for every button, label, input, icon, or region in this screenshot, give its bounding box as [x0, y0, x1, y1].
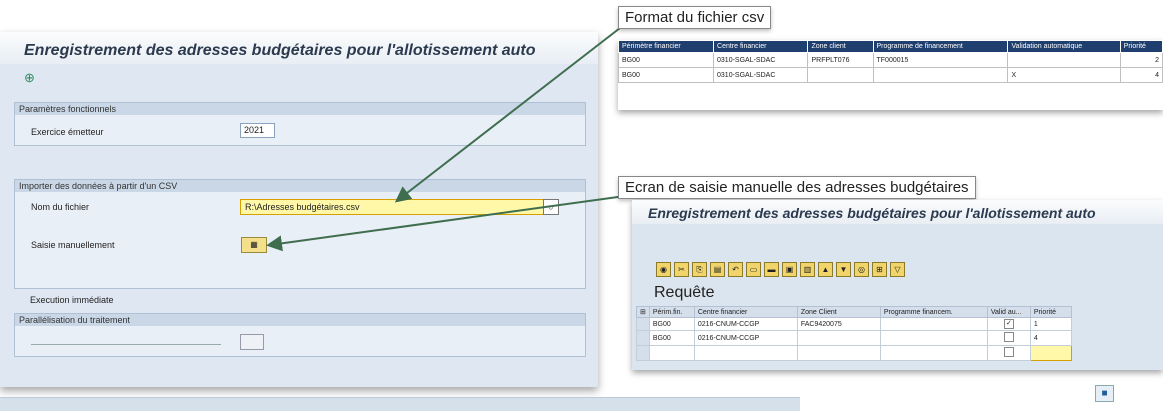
arrow-csv-to-file — [394, 27, 621, 203]
filter-icon[interactable]: ▽ — [890, 262, 905, 277]
grid-cell[interactable]: 4 — [1029, 330, 1072, 346]
grid-cell[interactable] — [879, 330, 988, 346]
grid-cell[interactable] — [648, 345, 695, 361]
csv-cell: 0310-SGAL-SDAC — [713, 67, 809, 83]
csv-cell: BG00 — [617, 52, 715, 68]
delete-row-icon[interactable]: ▣ — [782, 262, 797, 277]
grid-col-header: Priorité — [1029, 306, 1072, 318]
save-icon[interactable]: ■ — [1095, 385, 1114, 402]
requete-grid: ⊞ Périm.fin. Centre financier Zone Clien… — [636, 306, 1072, 361]
row-selector[interactable] — [636, 345, 650, 361]
grid-cell[interactable] — [796, 330, 881, 346]
csv-col-header: Validation automatique — [1007, 40, 1121, 53]
csv-format-panel: Périmètre financier Centre financier Zon… — [617, 40, 1163, 110]
csv-cell — [807, 67, 874, 83]
details-icon[interactable]: ◉ — [656, 262, 671, 277]
grid-cell-active[interactable] — [1029, 345, 1072, 361]
grid-row: BG00 0216-CNUM-CCGP 4 — [636, 330, 1072, 346]
manual-window-title: Enregistrement des adresses budgétaires … — [648, 205, 1096, 221]
row-selector[interactable] — [636, 317, 650, 331]
grid-cell[interactable]: FAC9420075 — [796, 317, 881, 331]
duplicate-row-icon[interactable]: ▥ — [800, 262, 815, 277]
csv-cell: TF000015 — [872, 52, 1009, 68]
manual-window-title-bar: Enregistrement des adresses budgétaires … — [632, 200, 1163, 224]
csv-col-header: Zone client — [807, 40, 874, 53]
csv-cell: BG00 — [617, 67, 715, 83]
sort-desc-icon[interactable]: ▼ — [836, 262, 851, 277]
grid-cell[interactable]: 0216-CNUM-CCGP — [693, 317, 798, 331]
row-selector-header[interactable]: ⊞ — [636, 306, 650, 318]
csv-col-header: Programme de financement — [872, 40, 1009, 53]
csv-cell: X — [1007, 67, 1121, 83]
grid-col-header: Valid au... — [986, 306, 1031, 318]
csv-callout-title: Format du fichier csv — [618, 6, 772, 29]
grid-col-header: Centre financier — [693, 306, 798, 318]
manual-callout-title: Ecran de saisie manuelle des adresses bu… — [618, 176, 976, 199]
grid-col-header: Zone Client — [796, 306, 881, 318]
paste-icon[interactable]: ▤ — [710, 262, 725, 277]
csv-row: BG00 0310-SGAL-SDAC PRFPLT076 TF000015 2 — [617, 52, 1163, 68]
csv-cell: 2 — [1119, 52, 1163, 68]
manual-entry-panel: Enregistrement des adresses budgétaires … — [632, 200, 1163, 370]
csv-col-header: Centre financier — [713, 40, 809, 53]
append-row-icon[interactable]: ▬ — [764, 262, 779, 277]
valid-checkbox[interactable] — [1003, 332, 1014, 342]
grid-cell[interactable]: BG00 — [648, 317, 695, 331]
grid-col-header: Programme financem. — [879, 306, 988, 318]
undo-icon[interactable]: ↶ — [728, 262, 743, 277]
manual-toolbar: ◉ ✂ ⎘ ▤ ↶ ▭ ▬ ▣ ▥ ▲ ▼ ◎ ⊞ ▽ — [656, 262, 905, 277]
csv-header-row: Périmètre financier Centre financier Zon… — [617, 40, 1163, 53]
insert-row-icon[interactable]: ▭ — [746, 262, 761, 277]
csv-row: BG00 0310-SGAL-SDAC X 4 — [617, 67, 1163, 83]
grid-cell[interactable] — [693, 345, 798, 361]
csv-table: Périmètre financier Centre financier Zon… — [617, 40, 1163, 83]
grid-row: BG00 0216-CNUM-CCGP FAC9420075 ✓ 1 — [636, 317, 1072, 331]
find-next-icon[interactable]: ⊞ — [872, 262, 887, 277]
grid-col-header: Périm.fin. — [648, 306, 695, 318]
row-selector[interactable] — [636, 330, 650, 346]
csv-cell — [1007, 52, 1121, 68]
grid-cell[interactable] — [796, 345, 881, 361]
sort-asc-icon[interactable]: ▲ — [818, 262, 833, 277]
grid-cell-checkbox[interactable] — [986, 345, 1031, 361]
arrow-manual-to-button — [266, 195, 626, 252]
valid-checkbox[interactable] — [1003, 347, 1014, 357]
requete-title: Requête — [654, 284, 715, 301]
copy-icon[interactable]: ⎘ — [692, 262, 707, 277]
grid-header-row: ⊞ Périm.fin. Centre financier Zone Clien… — [636, 306, 1072, 318]
grid-cell-checkbox[interactable] — [986, 330, 1031, 346]
csv-cell — [872, 67, 1009, 83]
grid-cell[interactable] — [879, 345, 988, 361]
grid-cell[interactable]: 1 — [1029, 317, 1072, 331]
csv-cell: 4 — [1119, 67, 1163, 83]
cut-icon[interactable]: ✂ — [674, 262, 689, 277]
csv-cell: PRFPLT076 — [807, 52, 874, 68]
csv-col-header: Priorité — [1119, 40, 1163, 53]
find-icon[interactable]: ◎ — [854, 262, 869, 277]
grid-cell-checkbox[interactable]: ✓ — [986, 317, 1031, 331]
valid-checkbox-checked[interactable]: ✓ — [1003, 319, 1014, 329]
csv-cell: 0310-SGAL-SDAC — [713, 52, 809, 68]
grid-cell[interactable]: 0216-CNUM-CCGP — [693, 330, 798, 346]
grid-row — [636, 345, 1072, 361]
grid-cell[interactable]: BG00 — [648, 330, 695, 346]
csv-col-header: Périmètre financier — [617, 40, 715, 53]
grid-cell[interactable] — [879, 317, 988, 331]
